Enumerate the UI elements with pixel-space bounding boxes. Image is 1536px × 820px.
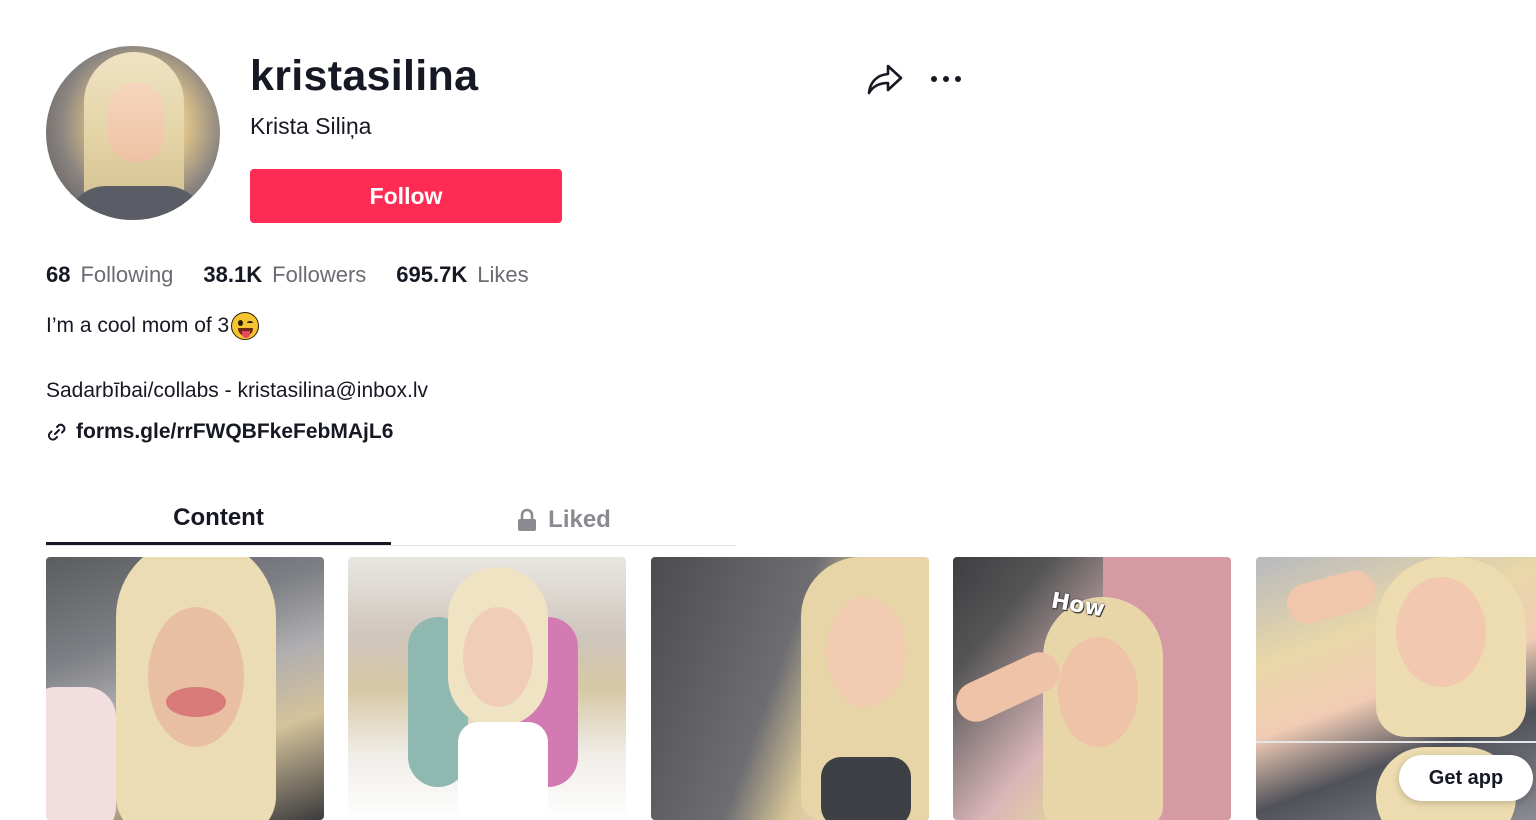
stat-followers[interactable]: 38.1K Followers <box>203 262 366 288</box>
profile-stats: 68 Following 38.1K Followers 695.7K Like… <box>46 262 559 288</box>
stat-following[interactable]: 68 Following <box>46 262 173 288</box>
share-icon[interactable] <box>866 62 904 96</box>
bio-collab-text: Sadarbībai/collabs - kristasilina@inbox.… <box>46 379 428 402</box>
tab-content-label: Content <box>173 504 264 531</box>
bio-line: I’m a cool mom of 3 <box>46 312 260 340</box>
link-icon <box>47 423 66 441</box>
likes-label: Likes <box>477 262 529 287</box>
bio-link[interactable]: forms.gle/rrFWQBFkeFebMAjL6 <box>46 420 393 444</box>
profile-avatar <box>46 46 220 220</box>
video-thumbnail[interactable] <box>46 557 324 820</box>
tongue-out-wink-emoji-icon <box>231 312 260 340</box>
lock-icon <box>518 508 537 531</box>
more-options-icon[interactable] <box>928 66 966 92</box>
get-app-button[interactable]: Get app <box>1399 755 1533 801</box>
profile-tabs: Content Liked <box>46 494 736 546</box>
following-label: Following <box>80 262 174 287</box>
followers-label: Followers <box>272 262 367 287</box>
follow-button[interactable]: Follow <box>250 169 562 223</box>
followers-count: 38.1K <box>203 262 263 287</box>
video-thumbnail[interactable]: How <box>953 557 1231 820</box>
profile-display-name: Krista Siliņa <box>250 113 372 139</box>
video-thumbnail[interactable] <box>348 557 626 820</box>
bio-link-text: forms.gle/rrFWQBFkeFebMAjL6 <box>76 420 394 443</box>
video-thumbnail[interactable] <box>651 557 929 820</box>
tab-liked-label: Liked <box>548 505 611 533</box>
bio-text: I’m a cool mom of 3 <box>46 314 230 337</box>
tab-content[interactable]: Content <box>46 494 391 545</box>
following-count: 68 <box>46 262 71 287</box>
tab-liked[interactable]: Liked <box>391 494 736 545</box>
likes-count: 695.7K <box>396 262 468 287</box>
profile-username: kristasilina <box>250 52 479 100</box>
stat-likes: 695.7K Likes <box>396 262 528 288</box>
